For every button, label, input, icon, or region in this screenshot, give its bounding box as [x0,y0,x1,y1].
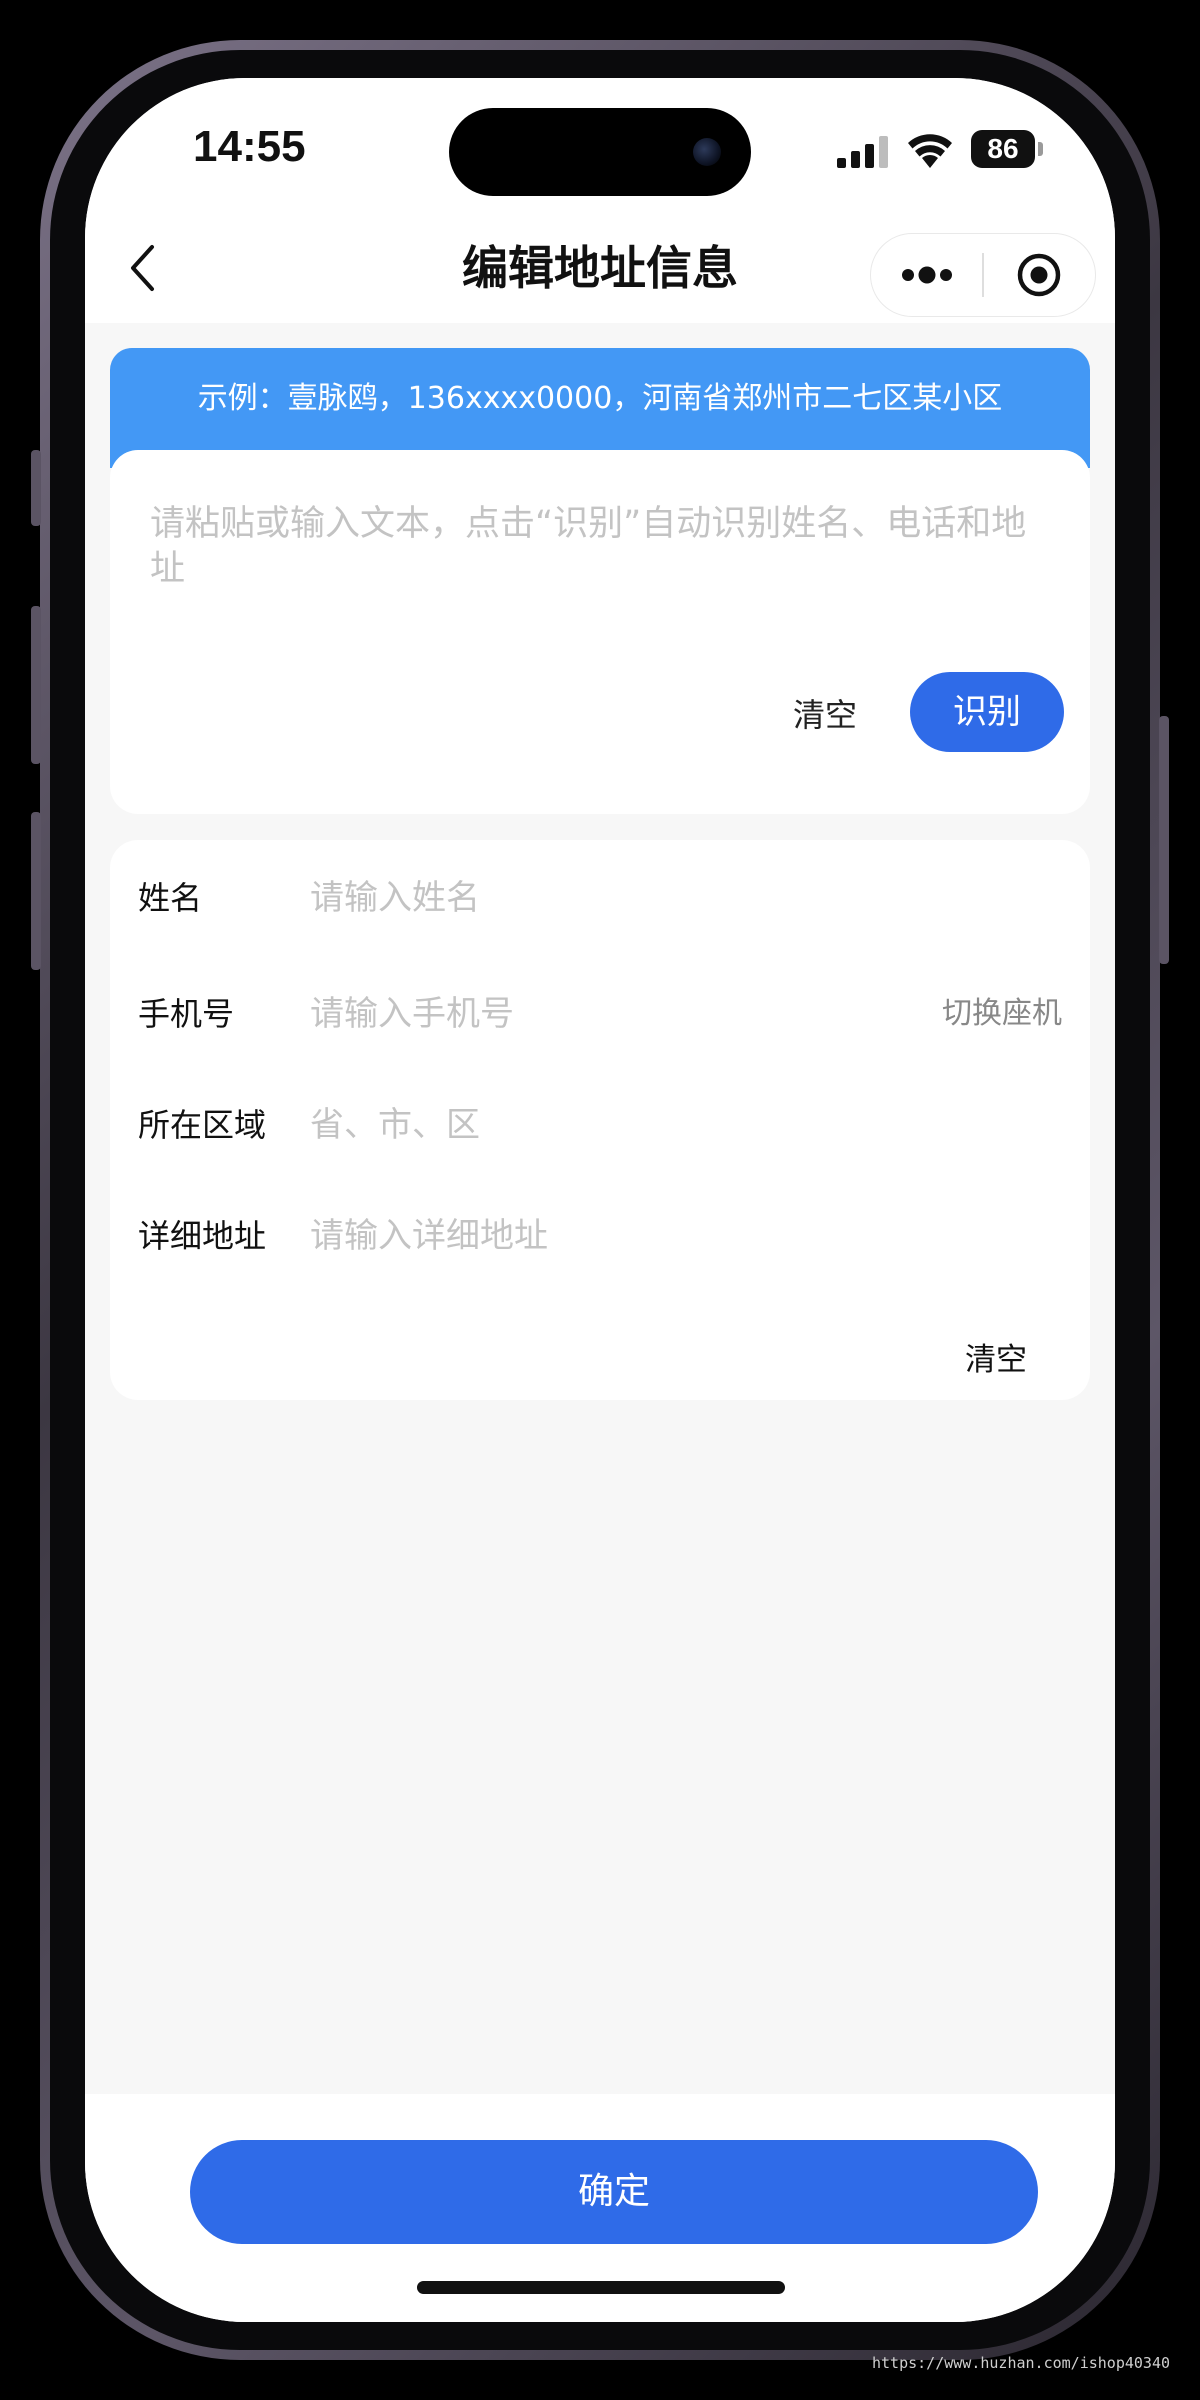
form-clear-button[interactable]: 清空 [965,1340,1027,1380]
example-text: 示例：壹脉鸥，136xxxx0000，河南省郑州市二七区某小区 [197,381,1003,416]
region-picker[interactable]: 省、市、区 [310,1085,480,1165]
status-time: 14:55 [193,122,306,171]
phone-volume-up-button [31,606,41,764]
form-row-name: 姓名 请输入姓名 [110,858,1090,938]
form-row-detail: 详细地址 请输入详细地址 [110,1196,1090,1276]
confirm-button[interactable]: 确定 [190,2140,1038,2244]
phone-power-button [1159,716,1169,964]
close-mini-program-button[interactable] [984,233,1095,317]
phone-screen: 14:55 86 编辑地址信息 示例：壹脉鸥，136xxxx0000，河南省郑州… [85,78,1115,2322]
paste-textarea[interactable]: 请粘贴或输入文本，点击“识别”自动识别姓名、电话和地址 [150,502,1050,632]
more-dots-icon [901,266,952,284]
phone-input[interactable]: 请输入手机号 [310,974,514,1054]
mini-program-capsule [870,233,1096,317]
phone-volume-down-button [31,812,41,970]
switch-landline-button[interactable]: 切换座机 [942,974,1062,1054]
recognize-button[interactable]: 识别 [910,672,1064,752]
nav-bar: 编辑地址信息 [85,213,1115,323]
phone-action-button [31,450,41,526]
front-camera-icon [693,138,721,166]
phone-label: 手机号 [138,995,235,1033]
form-row-phone: 手机号 请输入手机号 切换座机 [110,974,1090,1054]
name-label: 姓名 [138,879,203,917]
home-indicator [417,2281,785,2294]
paste-clear-button[interactable]: 清空 [780,690,870,740]
wifi-icon [908,134,952,168]
detail-address-input[interactable]: 请输入详细地址 [310,1196,548,1276]
battery-tip [1038,142,1043,156]
form-row-region: 所在区域 省、市、区 [110,1085,1090,1165]
region-label: 所在区域 [138,1106,267,1144]
more-button[interactable] [871,233,982,317]
address-form: 姓名 请输入姓名 手机号 请输入手机号 切换座机 所在区域 省、市、区 详细地址… [110,840,1090,1400]
detail-label: 详细地址 [138,1217,267,1255]
watermark: https://www.huzhan.com/ishop40340 [871,2354,1170,2372]
status-bar: 14:55 86 [85,78,1115,213]
paste-card: 请粘贴或输入文本，点击“识别”自动识别姓名、电话和地址 清空 识别 [110,450,1090,814]
bottom-bar: 确定 [85,2094,1115,2322]
battery-indicator: 86 [971,130,1035,168]
cellular-signal-icon [837,136,888,168]
name-input[interactable]: 请输入姓名 [310,858,480,938]
target-circle-icon [1018,253,1061,297]
dynamic-island [449,108,751,196]
